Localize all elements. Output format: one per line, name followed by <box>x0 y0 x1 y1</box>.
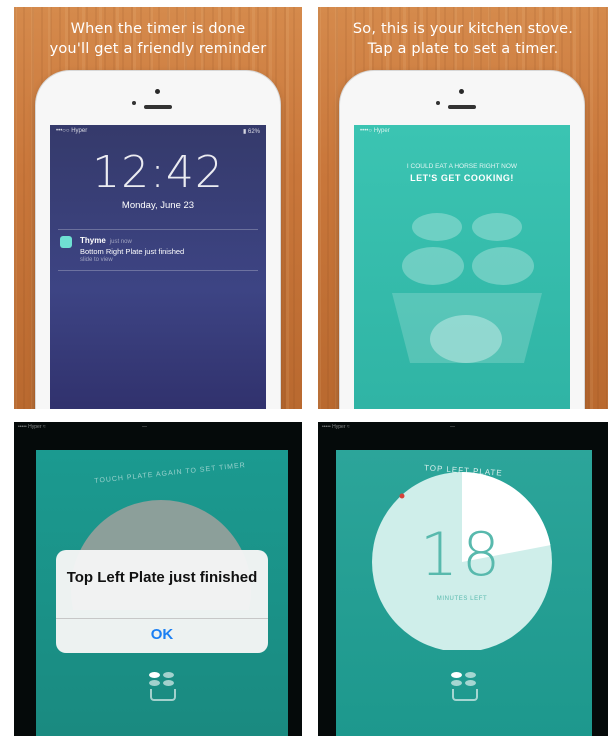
phone-camera-dot <box>132 101 136 105</box>
notification-body: Bottom Right Plate just finished <box>80 247 185 256</box>
mini-stove-icon[interactable] <box>149 672 177 702</box>
alert-app-screen: TOUCH PLATE AGAIN TO SET TIMER Top Left … <box>36 450 288 736</box>
notification-time: just now <box>109 239 132 245</box>
status-carrier: ••••○ Hyper <box>360 128 390 134</box>
alert-title: Top Left Plate just finished <box>66 569 258 586</box>
notification-app-name: Thyme <box>80 236 106 245</box>
caption-line-2: Tap a plate to set a timer. <box>367 41 559 57</box>
thyme-app-icon <box>60 236 72 248</box>
panel-lock-screen: When the timer is done you'll get a frie… <box>14 7 302 409</box>
panel-timer-screen: ••••• Hyper ≈ — TOP LEFT PLATE 18 MINUTE… <box>318 422 608 736</box>
status-battery: ▮ 62% <box>243 129 260 135</box>
tablet-status-time: — <box>142 424 147 430</box>
lock-date: Monday, June 23 <box>121 200 195 211</box>
stove-screen: ••••○ Hyper I COULD EAT A HORSE RIGHT NO… <box>354 125 570 409</box>
plate-bottom-right[interactable] <box>472 247 534 285</box>
minutes-label: MINUTES LEFT <box>436 596 488 602</box>
minutes-value: 18 <box>419 520 505 590</box>
dial-marker <box>399 493 405 499</box>
caption-lock-screen: When the timer is done you'll get a frie… <box>14 19 302 59</box>
lock-clock: 12:42 <box>92 147 224 198</box>
mini-stove-icon[interactable] <box>451 672 479 702</box>
phone-camera-dot <box>436 101 440 105</box>
caption-line-2: you'll get a friendly reminder <box>49 41 267 57</box>
phone-speaker <box>448 105 476 109</box>
caption-stove: So, this is your kitchen stove. Tap a pl… <box>318 19 608 59</box>
tablet-status-time: — <box>450 424 455 430</box>
lock-screen: •••○○ Hyper ▮ 62% 12:42 Monday, June 23 … <box>50 125 266 409</box>
notification-slide-hint: slide to view <box>80 257 113 263</box>
phone-frame: ••••○ Hyper I COULD EAT A HORSE RIGHT NO… <box>340 71 584 409</box>
caption-line-1: So, this is your kitchen stove. <box>352 21 574 37</box>
panel-alert-screen: ••••• Hyper ≈ — TOUCH PLATE AGAIN TO SET… <box>14 422 302 736</box>
phone-front-camera <box>155 89 160 94</box>
alert-dialog: Top Left Plate just finished OK <box>56 550 268 653</box>
tablet-status-left: ••••• Hyper ≈ <box>18 424 46 430</box>
panel-stove-screen: So, this is your kitchen stove. Tap a pl… <box>318 7 608 409</box>
plate-top-left[interactable] <box>412 213 462 241</box>
plate-bottom-left[interactable] <box>402 247 464 285</box>
notification-banner[interactable]: Thyme just now Bottom Right Plate just fi… <box>58 229 258 271</box>
phone-speaker <box>144 105 172 109</box>
alert-ok-button[interactable]: OK <box>56 619 268 653</box>
phone-frame: •••○○ Hyper ▮ 62% 12:42 Monday, June 23 … <box>36 71 280 409</box>
stove-headline: LET'S GET COOKING! <box>410 173 514 183</box>
tablet-status-left: ••••• Hyper ≈ <box>322 424 350 430</box>
notification-header: Thyme just now <box>80 236 132 245</box>
status-carrier: •••○○ Hyper <box>56 128 88 134</box>
phone-front-camera <box>459 89 464 94</box>
caption-line-1: When the timer is done <box>70 21 246 37</box>
plate-top-right[interactable] <box>472 213 522 241</box>
stove-tagline: I COULD EAT A HORSE RIGHT NOW <box>406 163 518 170</box>
timer-app-screen: TOP LEFT PLATE 18 MINUTES LEFT <box>336 450 592 736</box>
oven-plate[interactable] <box>430 315 502 363</box>
